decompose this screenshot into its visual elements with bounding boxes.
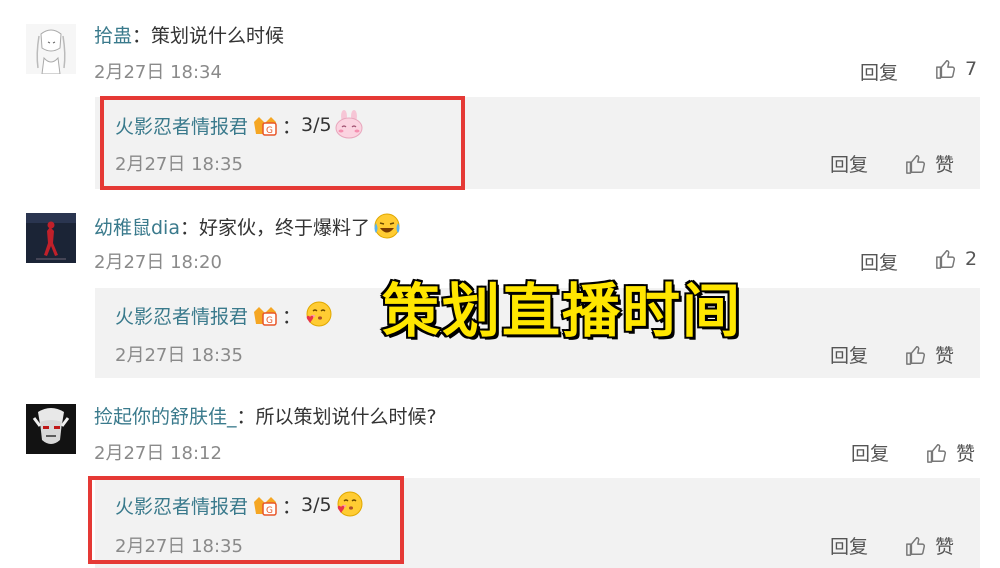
reply-label: 回复	[830, 345, 869, 367]
reply-button[interactable]: 回复	[860, 58, 898, 85]
separator: ：	[236, 406, 256, 428]
avatar[interactable]	[26, 24, 76, 74]
avatar[interactable]	[26, 404, 76, 454]
separator: ：	[282, 305, 302, 328]
thumbs-up-icon	[906, 154, 925, 174]
comment-username[interactable]: 捡起你的舒肤佳_	[94, 406, 237, 428]
comment-text: 策划说什么时候	[151, 25, 285, 47]
highlight-box	[100, 96, 465, 190]
like-label: 赞	[935, 536, 955, 558]
reply-button[interactable]: 回复	[851, 439, 889, 466]
reply-label: 回复	[860, 252, 899, 274]
comment-line: 拾蛊：策划说什么时候	[94, 21, 284, 48]
reply-button[interactable]: 回复	[860, 248, 898, 275]
like-button[interactable]: 2	[935, 248, 977, 270]
comment-line: 捡起你的舒肤佳_：所以策划说什么时候?	[94, 402, 437, 429]
reply-button[interactable]: 回复	[830, 341, 868, 368]
highlight-box	[88, 476, 404, 564]
comment-username[interactable]: 幼稚鼠dia	[94, 213, 180, 240]
comment-username[interactable]: 拾蛊	[94, 25, 132, 47]
reply-button[interactable]: 回复	[830, 532, 868, 559]
like-label: 赞	[935, 154, 955, 176]
thumbs-up-icon	[936, 250, 955, 269]
thumbs-up-icon	[906, 345, 925, 365]
thumbs-up-icon	[936, 60, 955, 79]
reply-username[interactable]: 火影忍者情报君	[115, 302, 248, 329]
svg-text:G: G	[266, 316, 273, 326]
like-count: 2	[965, 248, 978, 270]
like-button[interactable]: 赞	[905, 341, 954, 368]
like-button[interactable]: 7	[935, 58, 977, 80]
overlay-caption: 策划直播时间	[380, 276, 742, 347]
like-button[interactable]: 赞	[905, 532, 954, 559]
like-button[interactable]: 赞	[905, 150, 954, 177]
comment-line: 幼稚鼠dia：好家伙，终于爆料了	[94, 211, 402, 241]
comment-time: 2月27日 18:12	[94, 443, 222, 464]
comment-text: 所以策划说什么时候?	[255, 406, 437, 428]
reply-button[interactable]: 回复	[830, 150, 868, 177]
thumbs-up-icon	[927, 443, 946, 463]
like-label: 赞	[935, 345, 955, 367]
reply-label: 回复	[851, 443, 890, 465]
reply-time: 2月27日 18:35	[115, 345, 243, 366]
like-button[interactable]: 赞	[926, 439, 975, 466]
like-label: 赞	[956, 443, 976, 465]
thumbs-up-icon	[906, 536, 925, 556]
separator: ：	[179, 216, 199, 239]
laugh-cry-emoji-icon	[374, 213, 400, 239]
comment-time: 2月27日 18:20	[94, 252, 222, 273]
reply-line: 火影忍者情报君 G ：	[115, 300, 333, 330]
comment-time: 2月27日 18:34	[94, 62, 222, 83]
reply-label: 回复	[830, 536, 869, 558]
reply-label: 回复	[860, 62, 899, 84]
avatar[interactable]	[26, 213, 76, 263]
reply-label: 回复	[830, 154, 869, 176]
separator: ：	[132, 25, 152, 47]
verified-badge-icon: G	[254, 307, 277, 326]
kiss-heart-emoji-icon	[306, 301, 332, 327]
like-count: 7	[965, 58, 978, 80]
comment-text: 好家伙，终于爆料了	[199, 216, 371, 239]
